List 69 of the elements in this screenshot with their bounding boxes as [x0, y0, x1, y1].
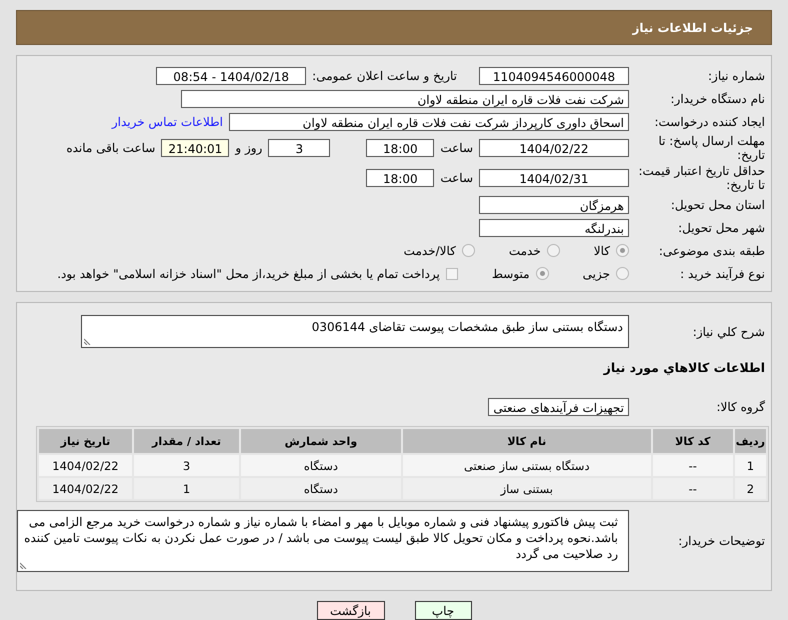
- column-header: واحد شمارش: [241, 429, 401, 453]
- table-cell: --: [652, 478, 733, 499]
- checkbox-label: پرداخت تمام یا بخشی از مبلغ خرید،از محل "اسناد خزانه اسلامی" خواهد بود.: [57, 266, 440, 280]
- field-label: نام دستگاه خریدار:: [670, 92, 766, 106]
- field-label: حداقل تاریخ اعتبار قیمت: تا تاریخ:: [637, 164, 766, 192]
- province-field: هرمزگان: [479, 196, 629, 214]
- time-label: ساعت: [440, 141, 473, 155]
- radio-button[interactable]: [536, 267, 549, 280]
- radio-label: متوسط: [492, 266, 530, 280]
- column-header: تعداد / مقدار: [134, 429, 240, 453]
- table-cell: 1404/02/22: [39, 478, 132, 499]
- radio-label: خدمت: [508, 244, 541, 258]
- field-label: توضیحات خریدار:: [677, 534, 766, 548]
- radio-button[interactable]: [616, 267, 629, 280]
- table-cell: 1404/02/22: [39, 455, 132, 476]
- print-button[interactable]: چاپ: [414, 601, 472, 620]
- column-header: ردیف: [734, 429, 766, 453]
- need-number-field: 1104094546000048: [479, 66, 629, 84]
- radio-label: کالا: [594, 244, 610, 258]
- table-cell: دستگاه: [241, 478, 401, 499]
- city-field: بندرلنگه: [479, 218, 629, 236]
- treasury-checkbox[interactable]: [446, 268, 458, 280]
- remaining-label: ساعت باقی مانده: [66, 141, 156, 155]
- radio-button[interactable]: [616, 244, 629, 257]
- field-label: طبقه بندی موضوعی:: [658, 244, 766, 258]
- resize-grip-icon[interactable]: [20, 561, 28, 569]
- field-label: تاریخ و ساعت اعلان عمومی:: [312, 68, 457, 82]
- validity-date-field: 1404/02/31: [479, 169, 629, 187]
- field-label: مهلت ارسال پاسخ: تا تاریخ:: [657, 134, 766, 162]
- field-label: شرح کلي نياز:: [692, 324, 766, 338]
- announce-date-field: 1404/02/18 - 08:54: [156, 66, 306, 84]
- table-cell: بستنی ساز: [402, 478, 651, 499]
- validity-time-field: 18:00: [366, 169, 434, 187]
- deadline-time-field: 18:00: [366, 139, 434, 157]
- description-field: دستگاه بستنی ساز طبق مشخصات پیوست تقاضای 0306144: [81, 315, 629, 348]
- radio-button[interactable]: [462, 244, 475, 257]
- goods-group-field: تجهیزات فرآیندهای صنعتی: [488, 398, 629, 416]
- table-cell: --: [652, 455, 733, 476]
- table-cell: 1: [134, 478, 240, 499]
- field-label: گروه کالا:: [716, 400, 766, 414]
- buyer-notes-field: ثبت پیش فاکتورو پیشنهاد فنی و شماره موبایل با مهر و امضاء با شماره نیاز و شماره درخواست خرید مرجع الزامی می باشد.نحوه پرداخت و مکان تحویل کالا طبق لیست پیوست می باشد / در صورت عمل نکردن به نکات پیوست تامین کننده رد صلاحیت می گردد: [17, 510, 629, 572]
- table-cell: 1: [734, 455, 766, 476]
- buyer-contact-link[interactable]: اطلاعات تماس خریدار: [112, 114, 223, 128]
- back-button[interactable]: بازگشت: [316, 601, 384, 620]
- requester-field: اسحاق داوری کارپرداز شرکت نفت فلات قاره ایران منطقه لاوان: [229, 112, 629, 130]
- deadline-date-field: 1404/02/22: [479, 139, 629, 157]
- field-label: شماره نیاز:: [707, 68, 766, 82]
- page-title: جزئیات اطلاعات نیاز: [632, 20, 753, 34]
- table-cell: دستگاه بستنی ساز صنعتی: [402, 455, 651, 476]
- radio-button[interactable]: [546, 244, 560, 257]
- column-header: تاریخ نیاز: [39, 429, 132, 453]
- days-field: 3: [268, 139, 330, 157]
- column-header: نام کالا: [402, 429, 651, 453]
- table-cell: دستگاه: [241, 455, 401, 476]
- buyer-org-field: شرکت نفت فلات قاره ایران منطقه لاوان: [181, 90, 629, 108]
- radio-label: کالا/خدمت: [404, 244, 456, 258]
- time-label: ساعت: [440, 171, 473, 185]
- section-title: اطلاعات کالاهاي مورد نياز: [604, 360, 766, 375]
- table-cell: 3: [134, 455, 240, 476]
- field-label: ایجاد کننده درخواست:: [653, 114, 766, 128]
- table-cell: 2: [734, 478, 766, 499]
- resize-grip-icon[interactable]: [84, 337, 92, 345]
- days-label: روز و: [235, 141, 262, 155]
- field-label: نوع فرآیند خرید :: [679, 266, 766, 280]
- column-header: کد کالا: [652, 429, 733, 453]
- field-label: استان محل تحویل:: [670, 198, 766, 212]
- field-label: شهر محل تحویل:: [677, 220, 766, 234]
- radio-label: جزیی: [582, 266, 610, 280]
- remaining-time-field: 21:40:01: [161, 139, 230, 157]
